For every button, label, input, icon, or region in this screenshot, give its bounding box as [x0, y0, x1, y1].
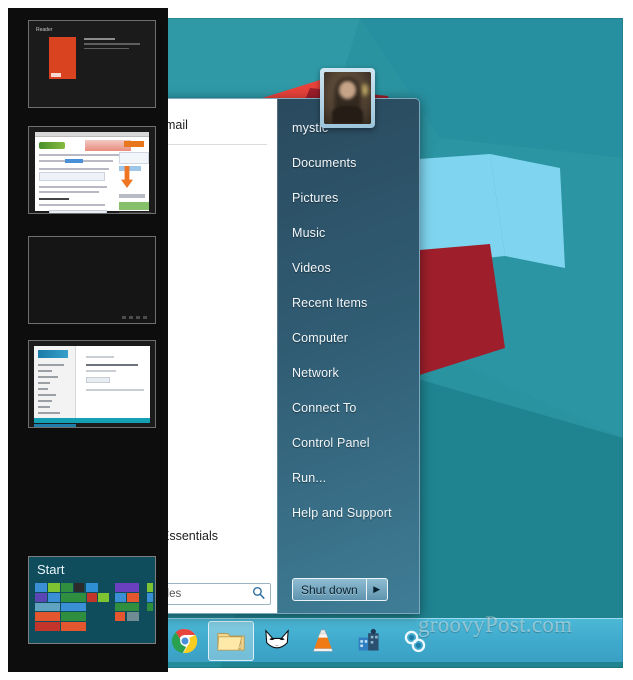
blue-app-icon	[358, 628, 379, 651]
start-menu-item-help-support[interactable]: Help and Support	[278, 496, 419, 531]
start-menu-item-connect-to[interactable]: Connect To	[278, 391, 419, 426]
switcher-item-start[interactable]: Start	[28, 556, 156, 644]
user-avatar-photo	[324, 72, 371, 124]
switcher-thumbnail-admin[interactable]	[28, 340, 156, 428]
reader-tile-icon	[49, 37, 76, 79]
chrome-icon	[172, 628, 198, 653]
start-menu-item-pictures[interactable]: Pictures	[278, 181, 419, 216]
menu-divider	[163, 144, 267, 145]
start-menu-item-videos[interactable]: Videos	[278, 251, 419, 286]
start-menu-item-run[interactable]: Run...	[278, 461, 419, 496]
taskbar-button-vlc[interactable]	[300, 621, 346, 661]
screenshot-root: groovyPost.com mail Essentials iles myst…	[0, 0, 633, 680]
shut-down-control[interactable]: Shut down ▶	[292, 578, 388, 601]
start-menu-item-recent-items[interactable]: Recent Items	[278, 286, 419, 321]
watermark: groovyPost.com	[418, 612, 573, 637]
start-item-label: Start	[37, 562, 65, 577]
taskbar-button-file-explorer[interactable]	[208, 620, 254, 661]
search-input[interactable]: iles	[159, 583, 271, 605]
start-menu-item-control-panel[interactable]: Control Panel	[278, 426, 419, 461]
start-screen-tiles	[35, 583, 153, 641]
search-icon[interactable]	[252, 586, 266, 603]
reader-text-lines	[84, 38, 140, 52]
switcher-thumbnail-browser[interactable]	[28, 126, 156, 214]
vlc-cone-icon	[313, 629, 333, 652]
switcher-thumbnail-reader[interactable]: Reader	[28, 20, 156, 108]
start-menu-item-network[interactable]: Network	[278, 356, 419, 391]
taskbar-button-blue-app[interactable]	[346, 621, 392, 661]
video-controls-icon	[122, 316, 147, 319]
shut-down-button[interactable]: Shut down	[292, 578, 367, 601]
start-menu-left-pane[interactable]: mail Essentials iles	[153, 99, 277, 613]
start-menu-item-documents[interactable]: Documents	[278, 146, 419, 181]
start-menu-item-computer[interactable]: Computer	[278, 321, 419, 356]
start-menu[interactable]: mail Essentials iles mystic Documents Pi…	[152, 98, 420, 614]
app-switcher-panel[interactable]: Reader Start	[8, 8, 168, 672]
program-item-essentials[interactable]: Essentials	[161, 529, 218, 543]
thumbnail-title-reader: Reader	[36, 27, 53, 33]
taskbar-button-chrome[interactable]	[162, 621, 208, 661]
file-explorer-icon	[217, 632, 245, 650]
chevron-right-icon[interactable]: ▶	[366, 578, 388, 601]
start-menu-right-pane[interactable]: mystic Documents Pictures Music Videos R…	[277, 99, 419, 613]
program-item-email[interactable]: mail	[161, 111, 269, 139]
foobar-cat-icon	[265, 628, 289, 648]
start-menu-item-music[interactable]: Music	[278, 216, 419, 251]
taskbar-button-media-cat[interactable]	[254, 621, 300, 661]
switcher-thumbnail-video[interactable]	[28, 236, 156, 324]
avatar[interactable]	[320, 68, 375, 128]
start-menu-item-list: mystic Documents Pictures Music Videos R…	[278, 99, 419, 531]
